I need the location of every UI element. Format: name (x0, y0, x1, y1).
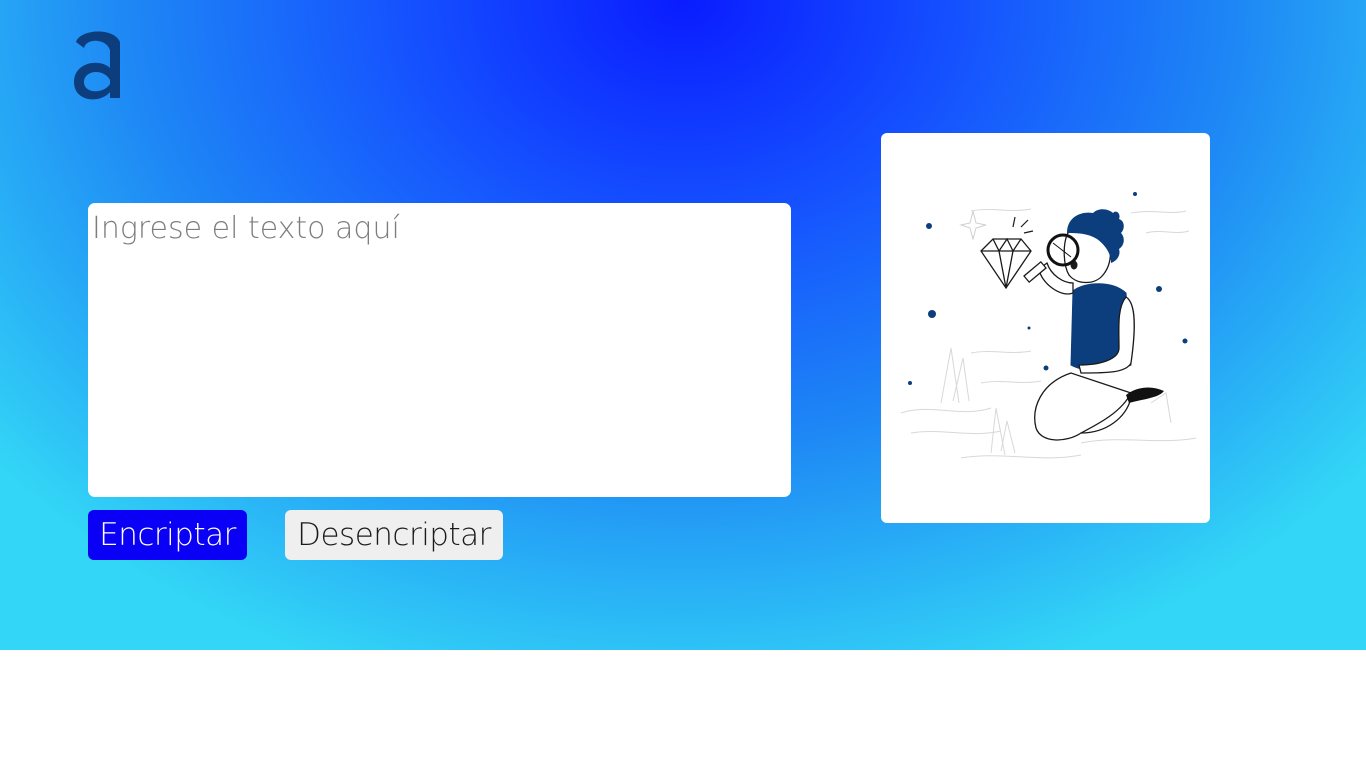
hero-background: Encriptar Desencriptar (0, 0, 1366, 650)
logo-icon (74, 31, 120, 100)
decrypt-button[interactable]: Desencriptar (285, 510, 503, 560)
person-magnifier-illustration (900, 192, 1197, 459)
encrypt-button[interactable]: Encriptar (88, 510, 247, 560)
illustration-card (881, 133, 1210, 523)
text-input[interactable] (88, 203, 791, 497)
